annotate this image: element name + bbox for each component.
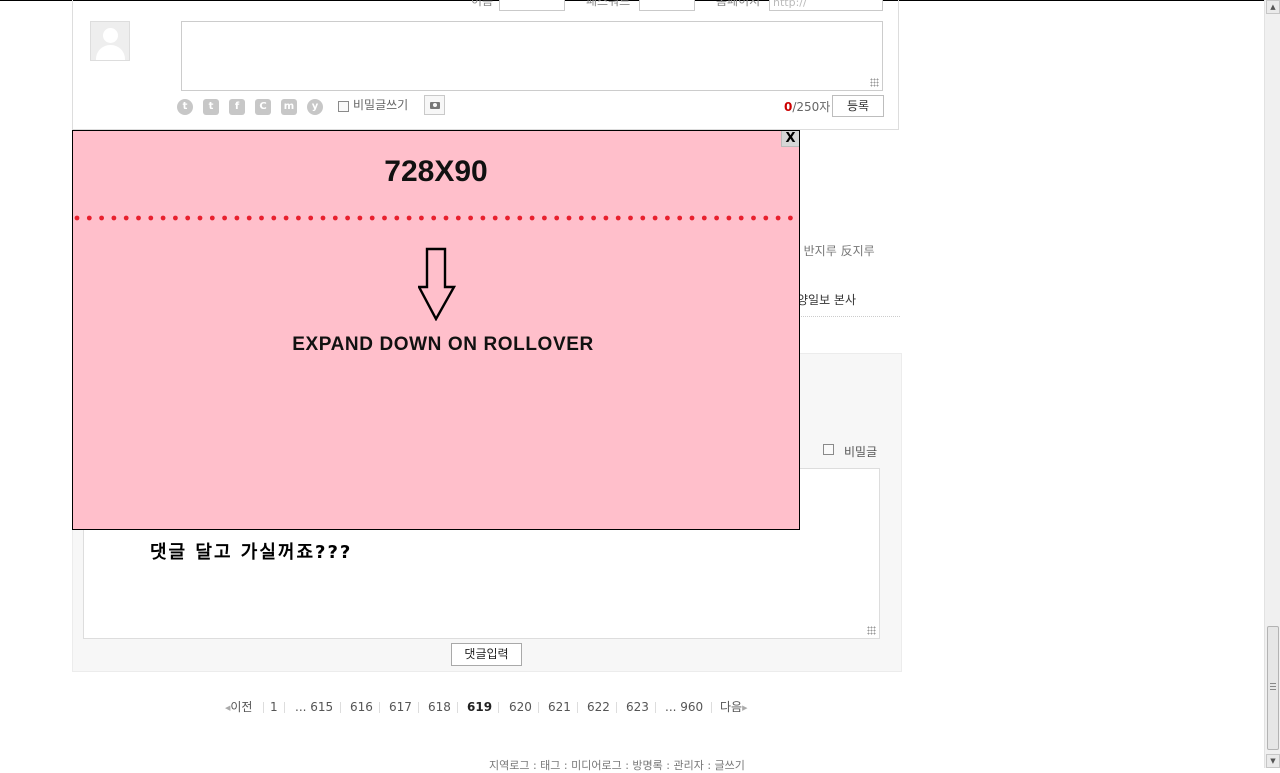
vertical-scrollbar[interactable]: ▲ ▼ [1264,0,1280,768]
page-link[interactable]: ... 615 [295,699,333,715]
guestbook-secret-label: 비밀글 [844,445,878,459]
down-arrow-icon [418,247,456,321]
ad-size-title: 728X90 [384,155,488,188]
page-link[interactable]: 622 [587,699,610,715]
resize-handle-icon[interactable] [870,78,879,87]
scroll-up-icon[interactable]: ▲ [1266,0,1280,14]
homepage-label: 홈페이지 [716,0,761,8]
guestbook-message: 댓글 달고 가실꺼죠??? [150,542,353,563]
ad-caption: EXPAND DOWN ON ROLLOVER [292,334,594,355]
yozm-icon[interactable]: y [307,99,323,115]
camera-button[interactable] [424,95,445,115]
page-link[interactable]: 621 [548,699,571,715]
resize-handle-icon[interactable] [867,626,876,635]
cyworld-icon[interactable]: C [255,99,271,115]
next-arrow-icon: ▶ [742,704,748,712]
next-page-link[interactable]: 다음▶ [720,699,747,716]
page-link[interactable]: ... 960 [665,699,703,715]
page-link[interactable]: 616 [350,699,373,715]
me2day-icon[interactable]: m [281,99,297,115]
page-link[interactable]: 617 [389,699,412,715]
prev-page-link[interactable]: ◀이전 [225,699,252,716]
grip-icon [1270,683,1276,690]
page-link[interactable]: 618 [428,699,451,715]
page-link[interactable]: 623 [626,699,649,715]
char-count: 0/250자 [784,100,831,114]
tags-text[interactable]: · 반지루 反지루 [796,242,875,259]
comment-form: 이름 패스워드 홈페이지 http:// t t f C m y 비밀글쓰기 0… [72,0,899,130]
post-link[interactable]: 양일보 본사 [797,291,856,308]
scroll-down-icon[interactable]: ▼ [1266,754,1280,768]
name-label: 이름 [471,0,494,8]
scrollbar-thumb[interactable] [1267,626,1279,750]
comment-textarea[interactable] [181,21,883,91]
expandable-ad[interactable]: X 728X90 EXPAND DOWN ON ROLLOVER [72,130,800,530]
name-input[interactable] [499,0,565,11]
secret-label: 비밀글쓰기 [353,98,409,112]
password-label: 패스워드 [586,0,631,8]
avatar [90,21,130,61]
password-input[interactable] [639,0,695,11]
page-link[interactable]: 1 [270,699,278,715]
camera-icon [429,101,440,109]
page-link[interactable]: 620 [509,699,532,715]
current-page: 619 [467,700,493,714]
pagination: ◀이전 1 ... 615 616 617 618 619 620 621 62… [0,699,960,715]
homepage-input[interactable]: http:// [769,0,883,11]
homepage-placeholder: http:// [773,0,807,9]
facebook-icon[interactable]: f [229,99,245,115]
comment-submit-button[interactable]: 댓글입력 [451,643,522,666]
tistory-icon[interactable]: t [177,99,193,115]
twitter-icon[interactable]: t [203,99,219,115]
ad-dotted-line [74,215,793,221]
ad-close-button[interactable]: X [781,131,799,147]
guestbook-secret-checkbox[interactable] [823,444,834,455]
divider [799,316,900,317]
submit-comment-button[interactable]: 등록 [832,95,884,117]
footer-links[interactable]: 지역로그 : 태그 : 미디어로그 : 방명록 : 관리자 : 글쓰기 [489,757,745,773]
secret-checkbox[interactable] [338,101,349,112]
